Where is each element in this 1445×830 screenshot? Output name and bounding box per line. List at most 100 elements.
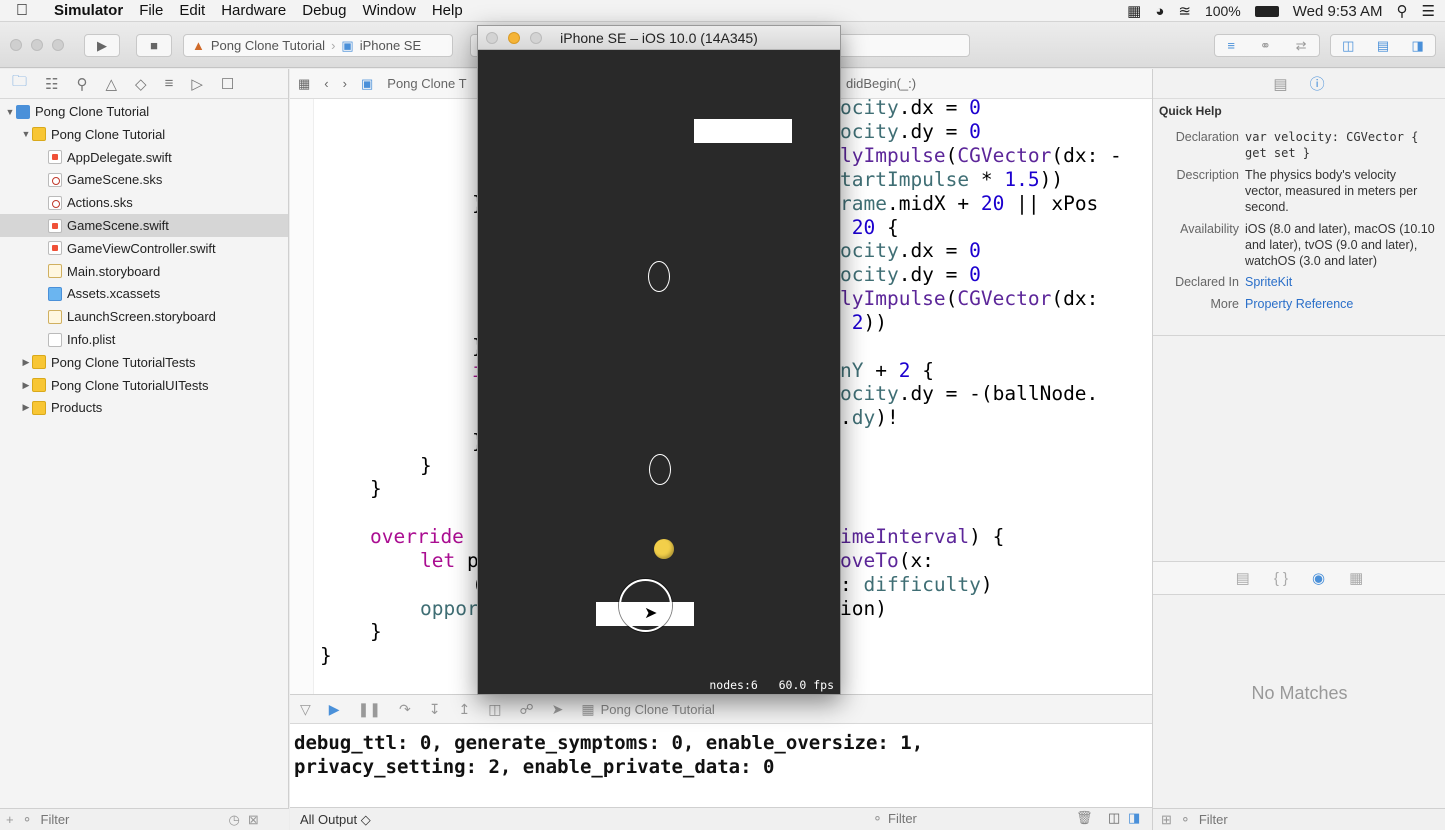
run-button[interactable]: ▶ <box>84 34 120 57</box>
forward-icon[interactable]: › <box>343 76 347 91</box>
close-window-button[interactable] <box>10 39 22 51</box>
step-in-icon[interactable]: ↧ <box>429 701 441 718</box>
clock[interactable]: Wed 9:53 AM <box>1293 3 1383 20</box>
split-left-icon[interactable]: ◫ <box>1108 810 1120 826</box>
hide-debug-icon[interactable]: ▽ <box>300 701 311 718</box>
back-icon[interactable]: ‹ <box>324 76 328 91</box>
folder-icon[interactable]: 🗀 <box>12 71 27 96</box>
board-file-icon <box>48 309 62 324</box>
menu-edit[interactable]: Edit <box>171 2 213 19</box>
test-icon[interactable]: ◇ <box>135 75 147 93</box>
editor-mode-segment[interactable]: ≡ ⚭ ⇄ <box>1214 34 1320 57</box>
debug-nav-icon[interactable]: ≡ <box>165 75 174 92</box>
jump-file[interactable]: Pong Clone T <box>387 76 466 91</box>
tree-item[interactable]: ▶ Pong Clone TutorialTests <box>0 351 288 374</box>
output-selector[interactable]: All Output ◇ <box>300 812 371 828</box>
scm-filter-icon[interactable]: ⊠ <box>248 812 259 828</box>
standard-editor-icon[interactable]: ≡ <box>1227 38 1235 53</box>
warning-icon[interactable]: △ <box>105 75 117 93</box>
object-library-icon[interactable]: ◉ <box>1312 569 1325 587</box>
tree-item[interactable]: GameScene.swift <box>0 214 288 237</box>
related-items-icon[interactable]: ▦ <box>298 76 310 92</box>
view-toggle-segment[interactable]: ◫ ▤ ◨ <box>1330 34 1436 57</box>
tree-item[interactable]: AppDelegate.swift <box>0 146 288 169</box>
split-right-icon[interactable]: ◨ <box>1128 810 1140 826</box>
recent-icon[interactable]: ◷ <box>229 812 240 828</box>
zoom-window-button[interactable] <box>52 39 64 51</box>
step-over-icon[interactable]: ↷ <box>399 701 411 718</box>
stop-button[interactable]: ■ <box>136 34 172 57</box>
console-filter-input[interactable] <box>888 811 1048 826</box>
menu-help[interactable]: Help <box>424 2 471 19</box>
menu-file[interactable]: File <box>131 2 171 19</box>
battery-percent[interactable]: 100% <box>1205 3 1241 19</box>
symbol-icon[interactable]: ☷ <box>45 75 58 93</box>
navigator-selector-bar: 🗀 ☷ ⚲ △ ◇ ≡ ▷ ☐ <box>0 69 288 99</box>
file-inspector-icon[interactable]: ▤ <box>1273 75 1287 93</box>
navigator-toggle-icon[interactable]: ◫ <box>1342 38 1354 54</box>
debug-target-label[interactable]: Pong Clone Tutorial <box>601 702 715 717</box>
jump-symbol[interactable]: didBegin(_:) <box>846 76 916 91</box>
screenshot-icon[interactable]: ▦ <box>1127 2 1141 20</box>
quick-help-icon[interactable]: ⓘ <box>1310 73 1325 94</box>
menu-app-name[interactable]: Simulator <box>36 2 131 19</box>
step-out-icon[interactable]: ↥ <box>459 701 471 718</box>
code-line: oveTo(x: <box>840 549 934 572</box>
breakpoints-toggle-icon[interactable]: ▶ <box>329 701 340 718</box>
navigator-filter-input[interactable] <box>40 812 221 827</box>
version-editor-icon[interactable]: ⇄ <box>1296 38 1307 54</box>
debug-area-toggle-icon[interactable]: ▤ <box>1377 38 1389 54</box>
game-scene[interactable]: ➤ nodes:6 60.0 fps <box>478 50 840 694</box>
code-snippet-icon[interactable]: { } <box>1274 570 1288 587</box>
tree-item[interactable]: ▶ Products <box>0 396 288 419</box>
tree-item[interactable]: Actions.sks <box>0 191 288 214</box>
find-icon[interactable]: ⚲ <box>76 75 87 93</box>
tree-item[interactable]: GameScene.sks <box>0 168 288 191</box>
menu-hardware[interactable]: Hardware <box>213 2 294 19</box>
breakpoint-icon[interactable]: ▷ <box>191 75 203 93</box>
pause-icon[interactable]: ❚❚ <box>358 701 381 718</box>
file-template-icon[interactable]: ▤ <box>1236 569 1250 587</box>
memory-graph-icon[interactable]: ☍ <box>519 701 533 718</box>
code-line: let p <box>420 549 479 572</box>
disclosure-open-icon[interactable]: ▼ <box>4 107 16 117</box>
tree-item[interactable]: ▼ Pong Clone Tutorial <box>0 100 288 123</box>
tree-item[interactable]: ▼ Pong Clone Tutorial <box>0 123 288 146</box>
disclosure-closed-icon[interactable]: ▶ <box>20 380 32 391</box>
timemachine-icon[interactable]: ◕ <box>1155 3 1164 20</box>
library-filter-input[interactable] <box>1198 812 1399 827</box>
tree-item[interactable]: GameViewController.swift <box>0 237 288 260</box>
tree-item[interactable]: Info.plist <box>0 328 288 351</box>
menu-debug[interactable]: Debug <box>294 2 354 19</box>
grid-view-icon[interactable]: ⊞ <box>1161 812 1172 828</box>
media-library-icon[interactable]: ▦ <box>1349 569 1363 587</box>
scheme-selector[interactable]: ▲ Pong Clone Tutorial › ▣ iPhone SE <box>183 34 453 57</box>
menu-window[interactable]: Window <box>354 2 423 19</box>
disclosure-open-icon[interactable]: ▼ <box>20 129 32 139</box>
apple-icon[interactable]:  <box>0 2 36 20</box>
obstacle-oval <box>648 261 670 292</box>
view-debugger-icon[interactable]: ◫ <box>488 701 501 718</box>
notification-center-icon[interactable]: ☰ <box>1422 2 1435 20</box>
tree-item[interactable]: Assets.xcassets <box>0 282 288 305</box>
spotlight-icon[interactable]: ⚲ <box>1397 2 1408 20</box>
disclosure-closed-icon[interactable]: ▶ <box>20 402 32 413</box>
utilities-toggle-icon[interactable]: ◨ <box>1411 38 1423 54</box>
console-output[interactable]: debug_ttl: 0, generate_symptoms: 0, enab… <box>290 724 1152 807</box>
tree-item[interactable]: ▶ Pong Clone TutorialUITests <box>0 374 288 397</box>
filter-icon: ⚬ <box>872 811 883 826</box>
battery-icon[interactable] <box>1254 5 1279 17</box>
report-icon[interactable]: ☐ <box>221 75 234 93</box>
disclosure-closed-icon[interactable]: ▶ <box>20 357 32 368</box>
add-icon[interactable]: + <box>6 812 14 827</box>
tree-item[interactable]: Main.storyboard <box>0 260 288 283</box>
trash-icon[interactable]: 🗑 <box>1076 810 1093 826</box>
property-reference-link[interactable]: Property Reference <box>1245 296 1435 312</box>
minimize-window-button[interactable] <box>31 39 43 51</box>
simulator-titlebar[interactable]: iPhone SE – iOS 10.0 (14A345) <box>478 26 840 50</box>
wifi-icon[interactable]: ≊ <box>1178 2 1191 20</box>
location-icon[interactable]: ➤ <box>552 701 564 718</box>
tree-item[interactable]: LaunchScreen.storyboard <box>0 305 288 328</box>
assistant-editor-icon[interactable]: ⚭ <box>1260 38 1271 54</box>
spritekit-link[interactable]: SpriteKit <box>1245 274 1435 290</box>
